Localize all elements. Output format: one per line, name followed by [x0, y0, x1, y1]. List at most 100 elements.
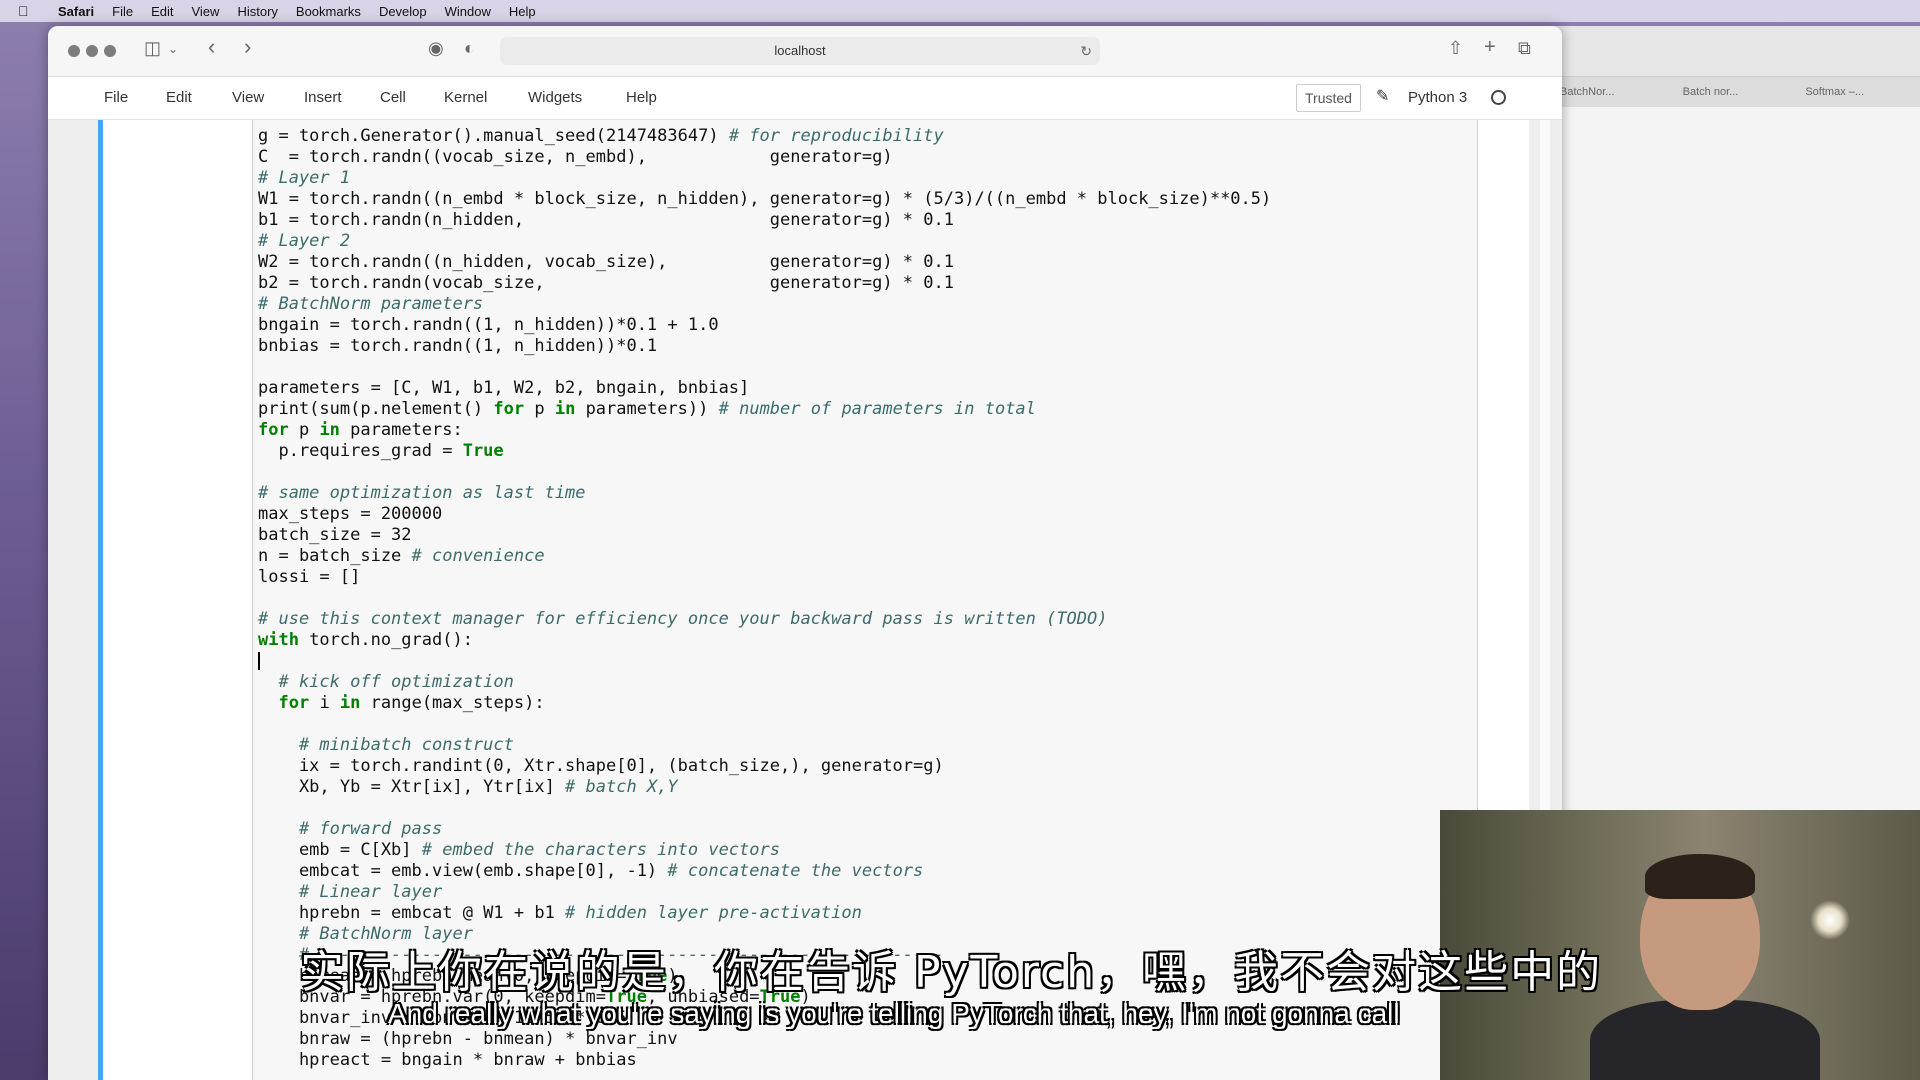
code-line: # minibatch construct — [258, 735, 514, 755]
code-line: # Linear layer — [258, 882, 443, 902]
menu-bookmarks[interactable]: Bookmarks — [296, 4, 361, 19]
jupyter-menu-bar: File Edit View Insert Cell Kernel Widget… — [48, 77, 1562, 120]
code-line: W1 = torch.randn((n_embd * block_size, n… — [258, 189, 1272, 209]
presenter-body — [1590, 1000, 1820, 1080]
inline-comment: # hidden layer pre-activation — [565, 903, 862, 923]
reload-icon[interactable]: ↻ — [1080, 37, 1092, 65]
kernel-status-icon — [1491, 90, 1506, 105]
menu-develop[interactable]: Develop — [379, 4, 427, 19]
code-line: # Layer 2 — [258, 231, 351, 251]
code-line: lossi = [] — [258, 567, 361, 587]
jupyter-menu-file[interactable]: File — [104, 89, 128, 106]
code-line: for p in parameters: — [258, 420, 463, 440]
menu-edit[interactable]: Edit — [151, 4, 173, 19]
menu-app-name[interactable]: Safari — [58, 4, 94, 19]
inline-comment: # number of parameters in total — [718, 399, 1036, 419]
code-line: W2 = torch.randn((n_hidden, vocab_size),… — [258, 252, 954, 272]
safari-toolbar: ◫ ⌄ ‹ › ◉ ◐ localhost ↻ ⇧ + ⧉ — [48, 26, 1562, 77]
menu-window[interactable]: Window — [445, 4, 491, 19]
code-line: emb = C[Xb] # embed the characters into … — [258, 840, 780, 860]
code-line: g = torch.Generator().manual_seed(214748… — [258, 126, 944, 146]
subtitle-chinese: 实际上你在说的是，你在告诉 PyTorch，嘿，我不会对这些中的 — [300, 947, 1603, 998]
code-line: bnraw = (hprebn - bnmean) * bnvar_inv — [258, 1029, 678, 1049]
jupyter-menu-cell[interactable]: Cell — [380, 89, 406, 106]
menu-history[interactable]: History — [237, 4, 277, 19]
lamp-light — [1810, 900, 1850, 940]
new-tab-icon[interactable]: + — [1484, 36, 1496, 59]
minimize-window-button[interactable] — [86, 45, 98, 57]
inline-comment: # for reproducibility — [728, 126, 944, 146]
tab-overview-icon[interactable]: ⧉ — [1518, 38, 1531, 59]
background-tab[interactable]: Softmax –... — [1797, 86, 1920, 98]
chevron-down-icon[interactable]: ⌄ — [168, 42, 178, 56]
subtitle-english: And really what you're saying is you're … — [388, 998, 1400, 1029]
address-bar[interactable]: localhost ↻ — [500, 37, 1100, 65]
close-window-button[interactable] — [68, 45, 80, 57]
code-line: with torch.no_grad(): — [258, 630, 473, 650]
apple-icon[interactable]:  — [18, 3, 40, 19]
code-line: hprebn = embcat @ W1 + b1 # hidden layer… — [258, 903, 862, 923]
code-editor[interactable]: g = torch.Generator().manual_seed(214748… — [258, 126, 1271, 1071]
code-line: hpreact = bngain * bnraw + bnbias — [258, 1050, 637, 1070]
code-line: # Layer 1 — [258, 168, 351, 188]
macos-menu-bar:  Safari File Edit View History Bookmark… — [0, 0, 1920, 22]
background-tab[interactable]: Batch nor... — [1675, 86, 1798, 98]
code-line: # BatchNorm parameters — [258, 294, 484, 314]
code-line: # same optimization as last time — [258, 483, 586, 503]
code-line: bngain = torch.randn((1, n_hidden))*0.1 … — [258, 315, 719, 335]
inline-comment: # concatenate the vectors — [667, 861, 924, 881]
pencil-icon[interactable]: ✎ — [1376, 86, 1389, 106]
background-window-toolbar — [1552, 26, 1920, 77]
share-icon[interactable]: ⇧ — [1448, 38, 1463, 59]
presenter-hair — [1645, 854, 1755, 899]
code-line: C = torch.randn((vocab_size, n_embd), ge… — [258, 147, 893, 167]
code-line: b1 = torch.randn(n_hidden, generator=g) … — [258, 210, 954, 230]
code-line: b2 = torch.randn(vocab_size, generator=g… — [258, 273, 954, 293]
jupyter-menu-view[interactable]: View — [232, 89, 264, 106]
code-line: # use this context manager for efficienc… — [258, 609, 1108, 629]
code-line: for i in range(max_steps): — [278, 693, 545, 713]
active-cell-indicator — [98, 120, 103, 1080]
background-tab-bar: BatchNor... Batch nor... Softmax –... — [1552, 77, 1920, 107]
code-line: Xb, Yb = Xtr[ix], Ytr[ix] # batch X,Y — [258, 777, 678, 797]
inline-comment: # batch X,Y — [565, 777, 678, 797]
code-line — [258, 651, 1271, 672]
forward-icon[interactable]: › — [244, 34, 251, 60]
code-line: bnbias = torch.randn((1, n_hidden))*0.1 — [258, 336, 658, 356]
safari-window: ◫ ⌄ ‹ › ◉ ◐ localhost ↻ ⇧ + ⧉ File Edit … — [48, 26, 1562, 1080]
code-line: n = batch_size # convenience — [258, 546, 545, 566]
sidebar-icon[interactable]: ◫ — [144, 38, 161, 59]
text-cursor — [258, 652, 260, 670]
jupyter-menu-widgets[interactable]: Widgets — [528, 89, 582, 106]
background-tab[interactable]: BatchNor... — [1552, 86, 1675, 98]
menu-file[interactable]: File — [112, 4, 133, 19]
jupyter-menu-kernel[interactable]: Kernel — [444, 89, 487, 106]
inline-comment: # embed the characters into vectors — [421, 840, 780, 860]
code-line: embcat = emb.view(emb.shape[0], -1) # co… — [258, 861, 924, 881]
code-line: # forward pass — [258, 819, 443, 839]
privacy-report-icon[interactable]: ◉ — [428, 38, 444, 59]
url-text: localhost — [774, 43, 826, 58]
code-line: parameters = [C, W1, b1, W2, b2, bngain,… — [258, 378, 750, 398]
code-line: ix = torch.randint(0, Xtr.shape[0], (bat… — [258, 756, 944, 776]
jupyter-menu-edit[interactable]: Edit — [166, 89, 192, 106]
code-line: # kick off optimization — [258, 672, 514, 692]
back-icon[interactable]: ‹ — [208, 34, 215, 60]
jupyter-menu-insert[interactable]: Insert — [304, 89, 342, 106]
menu-view[interactable]: View — [192, 4, 220, 19]
menu-help[interactable]: Help — [509, 4, 536, 19]
code-line: print(sum(p.nelement() for p in paramete… — [258, 399, 1036, 419]
inline-comment: # convenience — [411, 546, 545, 566]
kernel-name[interactable]: Python 3 — [1408, 89, 1467, 106]
code-line: max_steps = 200000 — [258, 504, 443, 524]
shield-icon[interactable]: ◐ — [464, 38, 475, 59]
zoom-window-button[interactable] — [104, 45, 116, 57]
jupyter-menu-help[interactable]: Help — [626, 89, 657, 106]
trusted-indicator[interactable]: Trusted — [1296, 84, 1361, 112]
code-line: batch_size = 32 — [258, 525, 412, 545]
